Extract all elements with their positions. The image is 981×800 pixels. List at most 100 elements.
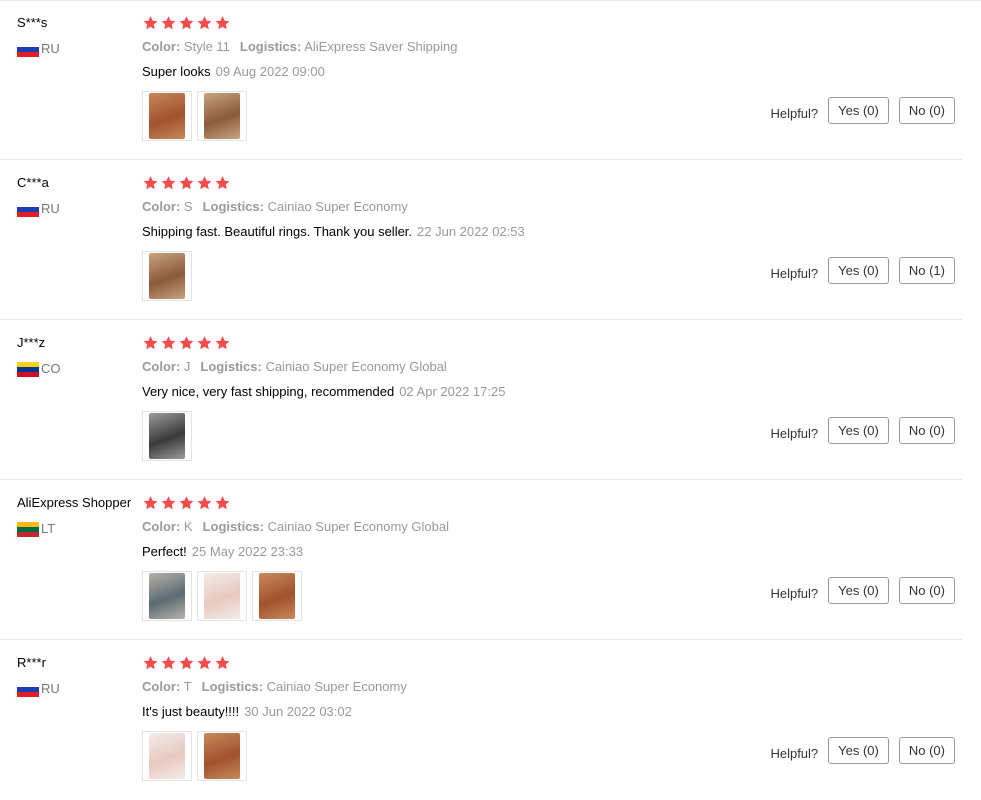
review-photo-icon [204,733,240,779]
review-item: C***a RU Color: S Logistics: Cainiao Super … [0,160,962,320]
review-photo-thumbnail[interactable] [142,251,192,301]
review-date: 02 Apr 2022 17:25 [399,384,506,399]
review-photo-icon [149,253,185,299]
helpful-vote: Helpful? Yes (0) No (0) [770,97,955,124]
star-icon [196,15,213,31]
logistics-value: AliExpress Saver Shipping [304,39,458,54]
country-code: RU [41,41,60,56]
color-label: Color: [142,679,181,694]
review-content: Color: J Logistics: Cainiao Super Economy… [142,334,742,461]
helpful-yes-button[interactable]: Yes (0) [828,737,889,764]
star-icon [214,655,231,671]
star-icon [196,335,213,351]
review-text: Perfect! [142,544,187,559]
helpful-yes-button[interactable]: Yes (0) [828,577,889,604]
helpful-vote: Helpful? Yes (0) No (1) [770,257,955,284]
review-photo-thumbnail[interactable] [142,571,192,621]
star-icon [160,15,177,31]
reviewer-name: R***r [17,655,46,670]
star-icon [142,495,159,511]
reviewer-name: J***z [17,335,46,350]
reviewer-name: C***a [17,175,49,190]
review-content: Color: K Logistics: Cainiao Super Economy… [142,494,742,621]
helpful-label: Helpful? [770,746,819,761]
country-flag-icon [17,201,39,217]
logistics-label: Logistics: [239,39,302,54]
helpful-yes-button[interactable]: Yes (0) [828,257,889,284]
star-icon [178,335,195,351]
star-icon [160,335,177,351]
review-attributes: Color: Style 11 Logistics: AliExpress Sav… [142,39,742,55]
country-flag-icon [17,41,39,57]
helpful-yes-button[interactable]: Yes (0) [828,97,889,124]
helpful-no-button[interactable]: No (1) [898,257,955,284]
reviewer-info: J***z CO [17,335,141,377]
logistics-value: Cainiao Super Economy [267,199,408,214]
star-icon [196,495,213,511]
logistics-value: Cainiao Super Economy Global [267,519,449,534]
helpful-vote: Helpful? Yes (0) No (0) [770,417,955,444]
review-photo-icon [149,573,185,619]
color-value: T [183,679,192,694]
helpful-no-button[interactable]: No (0) [898,577,955,604]
helpful-no-button[interactable]: No (0) [898,737,955,764]
review-text-line: Super looks 09 Aug 2022 09:00 [142,64,742,80]
helpful-label: Helpful? [770,426,819,441]
logistics-label: Logistics: [201,679,264,694]
color-label: Color: [142,199,181,214]
reviewer-country: RU [17,41,141,57]
review-date: 30 Jun 2022 03:02 [244,704,352,719]
helpful-label: Helpful? [770,586,819,601]
star-rating [142,174,742,192]
review-photo-thumbnail[interactable] [142,411,192,461]
review-photos [142,251,742,301]
helpful-no-button[interactable]: No (0) [898,97,955,124]
star-icon [214,15,231,31]
review-photo-thumbnail[interactable] [197,731,247,781]
star-icon [196,175,213,191]
review-text: Shipping fast. Beautiful rings. Thank yo… [142,224,413,239]
review-content: Color: T Logistics: Cainiao Super Economy… [142,654,742,781]
helpful-no-button[interactable]: No (0) [898,417,955,444]
reviewer-country: LT [17,521,141,537]
star-icon [178,655,195,671]
review-photos [142,571,742,621]
review-item: AliExpress Shopper LT Color: K Logistics: C… [0,480,962,640]
reviewer-name: AliExpress Shopper [17,495,132,510]
star-rating [142,14,742,32]
review-photo-thumbnail[interactable] [252,571,302,621]
review-text-line: Shipping fast. Beautiful rings. Thank yo… [142,224,742,240]
review-item: R***r RU Color: T Logistics: Cainiao Super … [0,640,962,800]
review-date: 09 Aug 2022 09:00 [215,64,325,79]
review-attributes: Color: S Logistics: Cainiao Super Economy [142,199,742,215]
review-text: Very nice, very fast shipping, recommend… [142,384,395,399]
star-icon [178,15,195,31]
review-text: It's just beauty!!!! [142,704,240,719]
star-rating [142,334,742,352]
review-photo-thumbnail[interactable] [197,571,247,621]
review-content: Color: Style 11 Logistics: AliExpress Sav… [142,14,742,141]
logistics-label: Logistics: [202,199,264,214]
star-icon [142,15,159,31]
review-attributes: Color: J Logistics: Cainiao Super Economy… [142,359,742,375]
color-label: Color: [142,39,181,54]
review-photo-thumbnail[interactable] [197,91,247,141]
color-label: Color: [142,359,181,374]
helpful-label: Helpful? [770,266,819,281]
color-value: S [183,199,193,214]
reviewer-info: R***r RU [17,655,141,697]
country-code: LT [41,521,56,536]
reviewer-country: CO [17,361,141,377]
review-date: 22 Jun 2022 02:53 [417,224,525,239]
country-flag-icon [17,521,39,537]
star-icon [142,655,159,671]
review-photo-thumbnail[interactable] [142,731,192,781]
star-rating [142,494,742,512]
country-code: RU [41,201,60,216]
logistics-label: Logistics: [202,519,264,534]
helpful-yes-button[interactable]: Yes (0) [828,417,889,444]
helpful-label: Helpful? [770,106,819,121]
review-photo-thumbnail[interactable] [142,91,192,141]
review-photos [142,731,742,781]
reviewer-info: S***s RU [17,15,141,57]
